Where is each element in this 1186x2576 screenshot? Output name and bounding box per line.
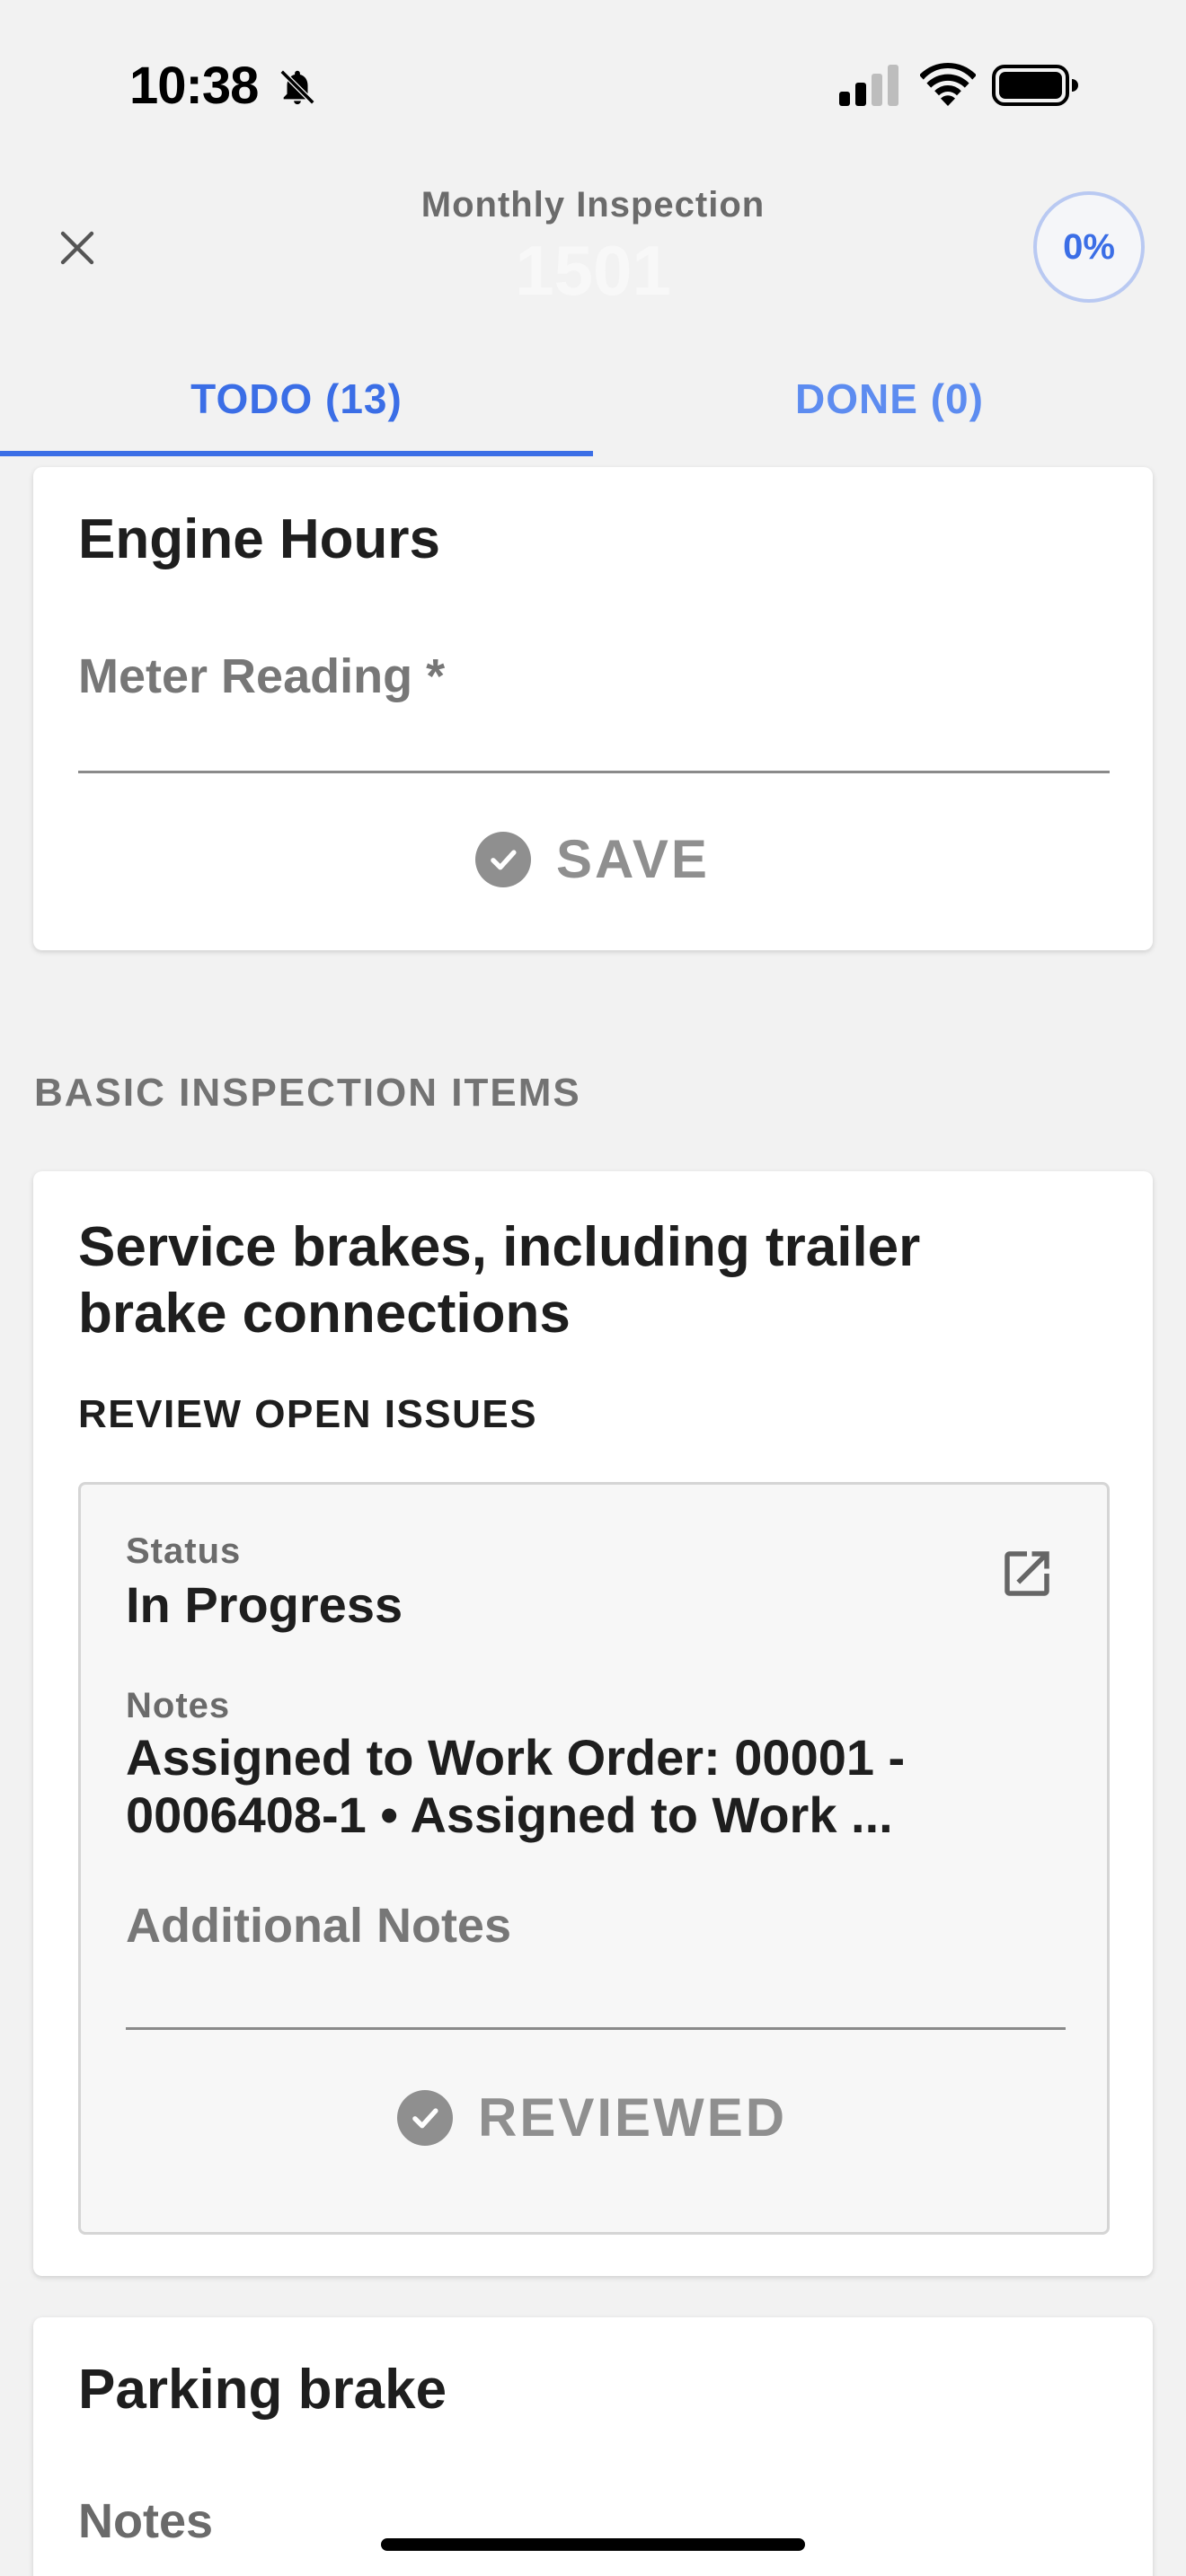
save-button[interactable]: SAVE [475,828,710,890]
tab-todo[interactable]: TODO (13) [0,341,593,456]
notes-value: Assigned to Work Order: 00001 - 0006408-… [126,1729,905,1844]
page-title: Monthly Inspection [420,185,766,225]
parking-brake-title: Parking brake [78,2359,447,2421]
bell-slash-icon [279,69,315,105]
battery-icon [992,65,1078,106]
page-subtitle: 1501 [515,231,671,310]
engine-hours-card: Engine Hours Meter Reading * SAVE [33,467,1153,950]
progress-indicator: 0% [1033,191,1145,303]
open-in-new-icon[interactable] [997,1544,1057,1603]
active-tab-indicator [0,451,593,456]
additional-notes-underline [126,2027,1066,2030]
review-open-issues-heading: REVIEW OPEN ISSUES [78,1392,538,1436]
meter-reading-input[interactable]: Meter Reading * [78,648,445,704]
save-label: SAVE [556,829,710,889]
status-label: Status [126,1531,242,1571]
status-time: 10:38 [129,57,259,115]
status-value: In Progress [126,1576,403,1633]
wifi-icon [920,63,976,106]
cellular-signal-icon [839,65,898,106]
service-brakes-title-line2: brake connections [78,1283,571,1345]
tab-bar: TODO (13) DONE (0) [0,341,1186,456]
notes-label: Notes [126,1686,231,1725]
reviewed-label: REVIEWED [478,2087,788,2148]
parking-brake-card: Parking brake Notes [33,2317,1153,2576]
status-bar: 10:38 [0,0,1186,171]
additional-notes-input[interactable]: Additional Notes [126,1898,511,1954]
notes-value-line2: 0006408-1 • Assigned to Work ... [126,1786,893,1843]
notes-value-line1: Assigned to Work Order: 00001 - [126,1729,906,1786]
tab-done[interactable]: DONE (0) [593,341,1186,456]
engine-hours-title: Engine Hours [78,508,441,570]
home-indicator[interactable] [381,2538,805,2551]
check-circle-icon [475,831,531,887]
reviewed-button[interactable]: REVIEWED [397,2086,787,2148]
check-circle-icon [397,2089,453,2146]
open-issue-panel: Status In Progress Notes Assigned to Wor… [78,1482,1110,2235]
meter-reading-underline [78,771,1110,773]
parking-notes-input[interactable]: Notes [78,2493,213,2549]
section-heading: BASIC INSPECTION ITEMS [34,1071,581,1115]
service-brakes-title: Service brakes, including trailer brake … [78,1214,920,1347]
service-brakes-card: Service brakes, including trailer brake … [33,1171,1153,2276]
service-brakes-title-line1: Service brakes, including trailer [78,1216,921,1278]
